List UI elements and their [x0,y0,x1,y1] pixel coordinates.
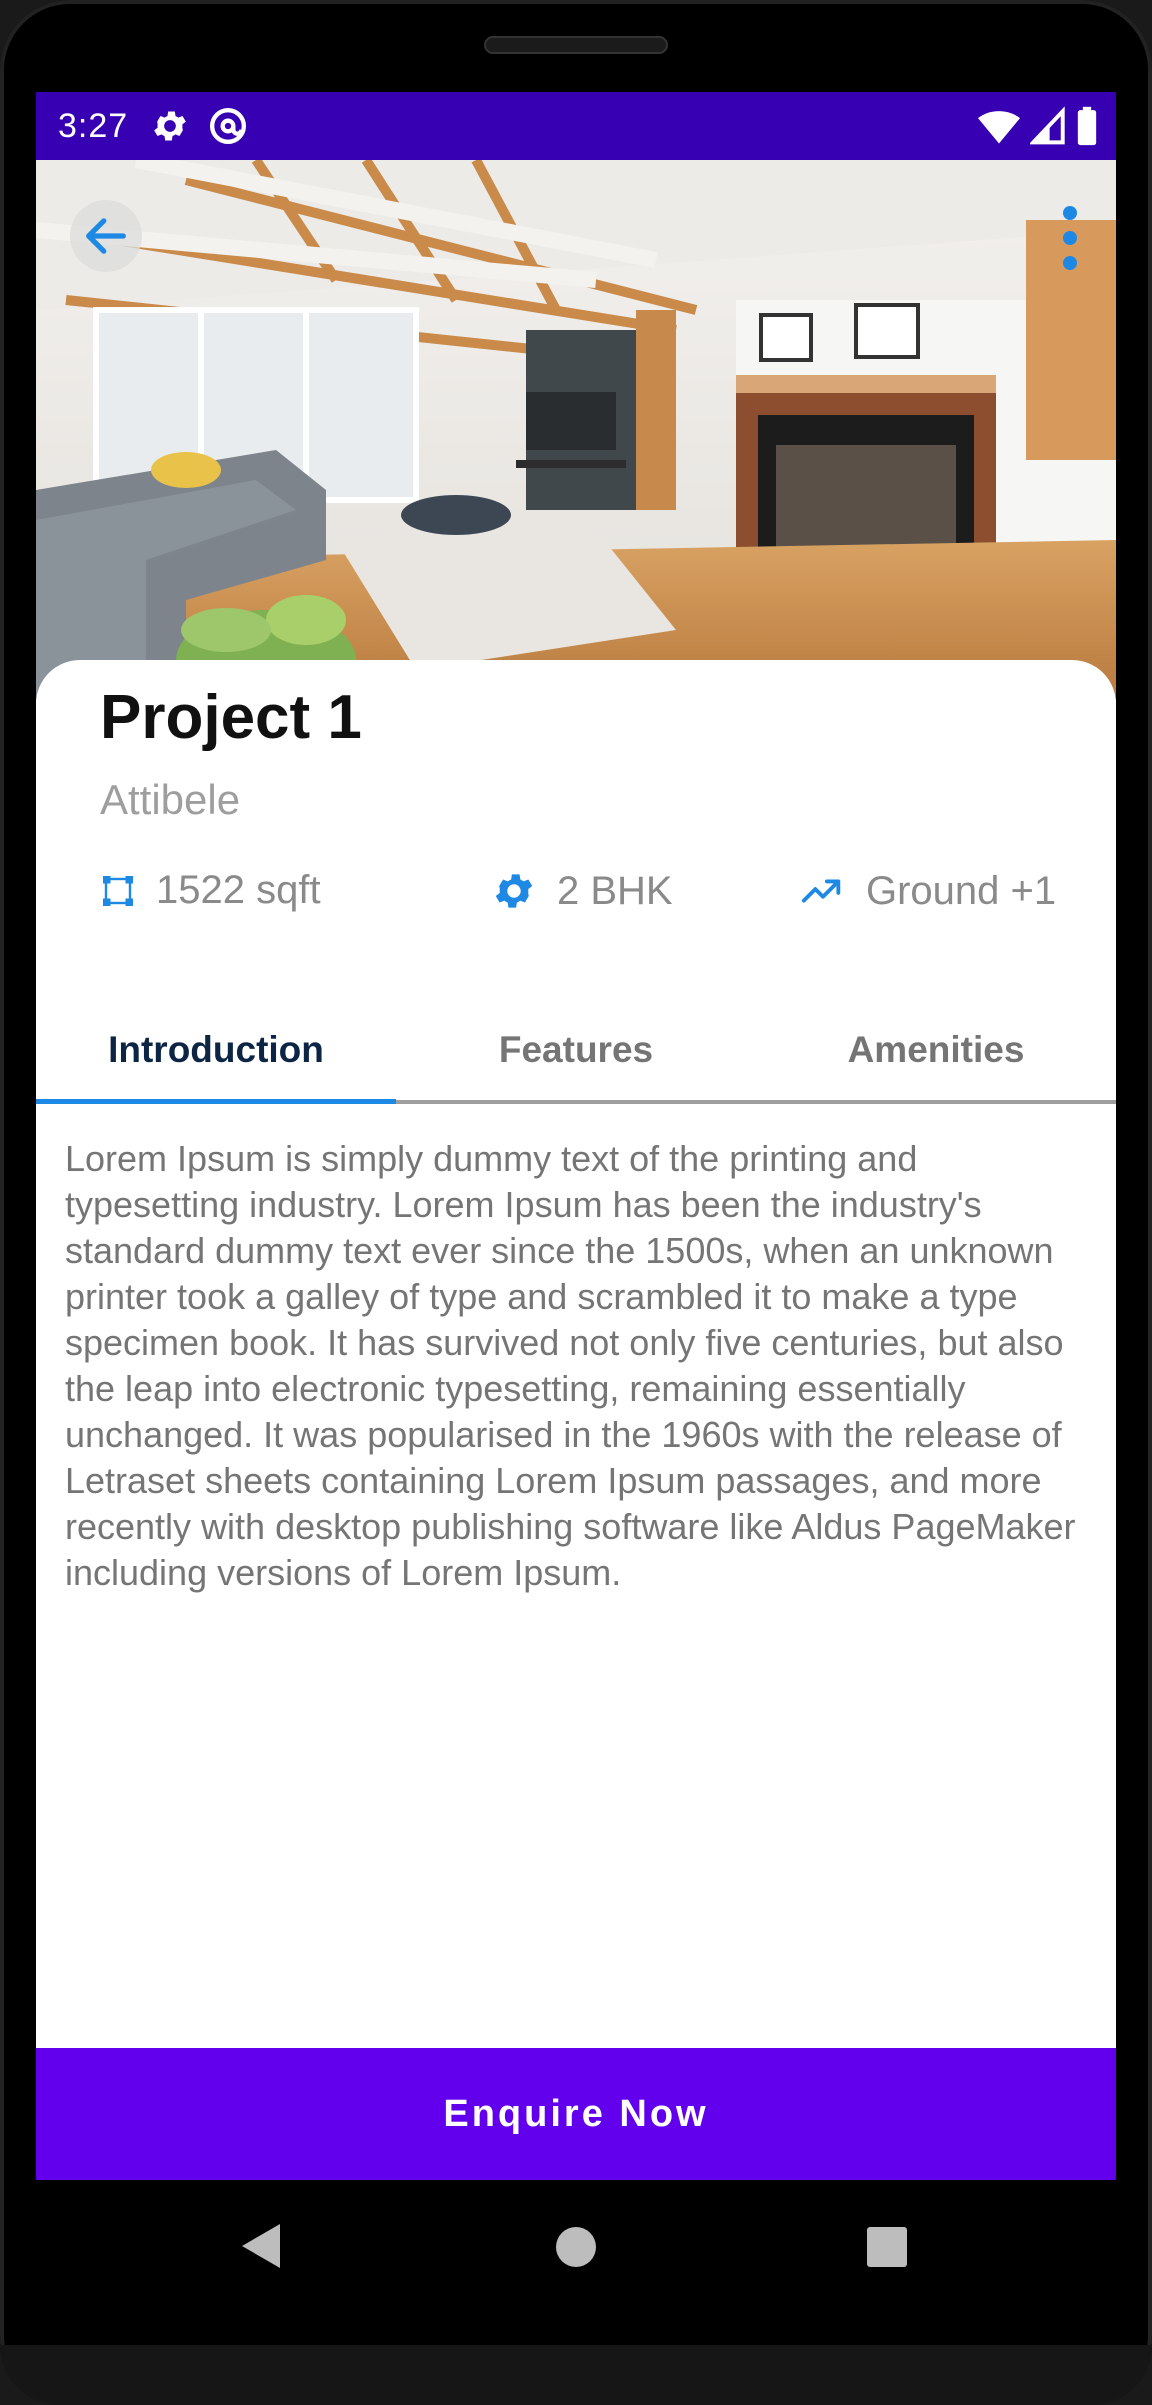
introduction-text: Lorem Ipsum is simply dummy text of the … [65,1138,1076,1593]
phone-frame: 3:27 Project 1 Attibele 1522 sqft 2 BHK … [0,0,1152,2405]
battery-icon [1076,106,1098,151]
nav-recents-button[interactable] [866,2226,908,2273]
signal-icon [1028,106,1066,151]
project-details-card: Project 1 Attibele 1522 sqft 2 BHK Groun… [36,660,1116,2180]
spec-floors-label: Ground +1 [866,868,1057,913]
recents-square-icon [867,2227,907,2267]
back-button[interactable] [70,200,142,272]
home-circle-icon [556,2227,596,2267]
app-screen: 3:27 Project 1 Attibele 1522 sqft 2 BHK … [36,92,1116,2180]
settings-gear-icon [150,106,190,146]
project-location: Attibele [100,776,241,823]
living-room-photo [36,160,1116,700]
status-right-icons [978,106,1098,151]
spec-configuration: 2 BHK [491,868,673,914]
phone-chin [0,2345,1152,2405]
earpiece-speaker [484,36,668,54]
tab-introduction[interactable]: Introduction [36,1000,396,1100]
at-sign-icon [208,106,248,146]
project-specs: 1522 sqft 2 BHK Ground +1 [36,868,1116,938]
more-options-button[interactable] [1056,206,1084,270]
gear-config-icon [495,874,533,908]
active-tab-indicator [36,1099,396,1104]
trending-up-icon [801,879,841,903]
wifi-icon [978,106,1020,151]
tab-features[interactable]: Features [396,1000,756,1100]
enquire-now-button[interactable]: Enquire Now [36,2048,1116,2180]
system-nav-bar [0,2180,1152,2310]
back-triangle-icon [242,2224,280,2268]
spec-area-label: 1522 sqft [156,868,321,912]
arrow-left-icon [86,218,126,254]
project-hero-image [36,160,1116,700]
status-time: 3:27 [58,106,129,145]
tab-amenities[interactable]: Amenities [756,1000,1116,1100]
spec-configuration-label: 2 BHK [557,868,673,913]
spec-area: 1522 sqft [100,868,321,913]
project-title: Project 1 [100,683,362,752]
more-vertical-icon [1063,206,1077,220]
details-tabs: Introduction Features Amenities [36,1000,1116,1104]
nav-home-button[interactable] [555,2226,597,2273]
area-icon [103,875,133,906]
status-bar: 3:27 [36,92,1116,160]
more-vertical-icon-dot [1063,256,1077,270]
more-vertical-icon-dot [1063,231,1077,245]
nav-back-button[interactable] [240,2222,282,2275]
spec-floors: Ground +1 [800,868,1056,914]
